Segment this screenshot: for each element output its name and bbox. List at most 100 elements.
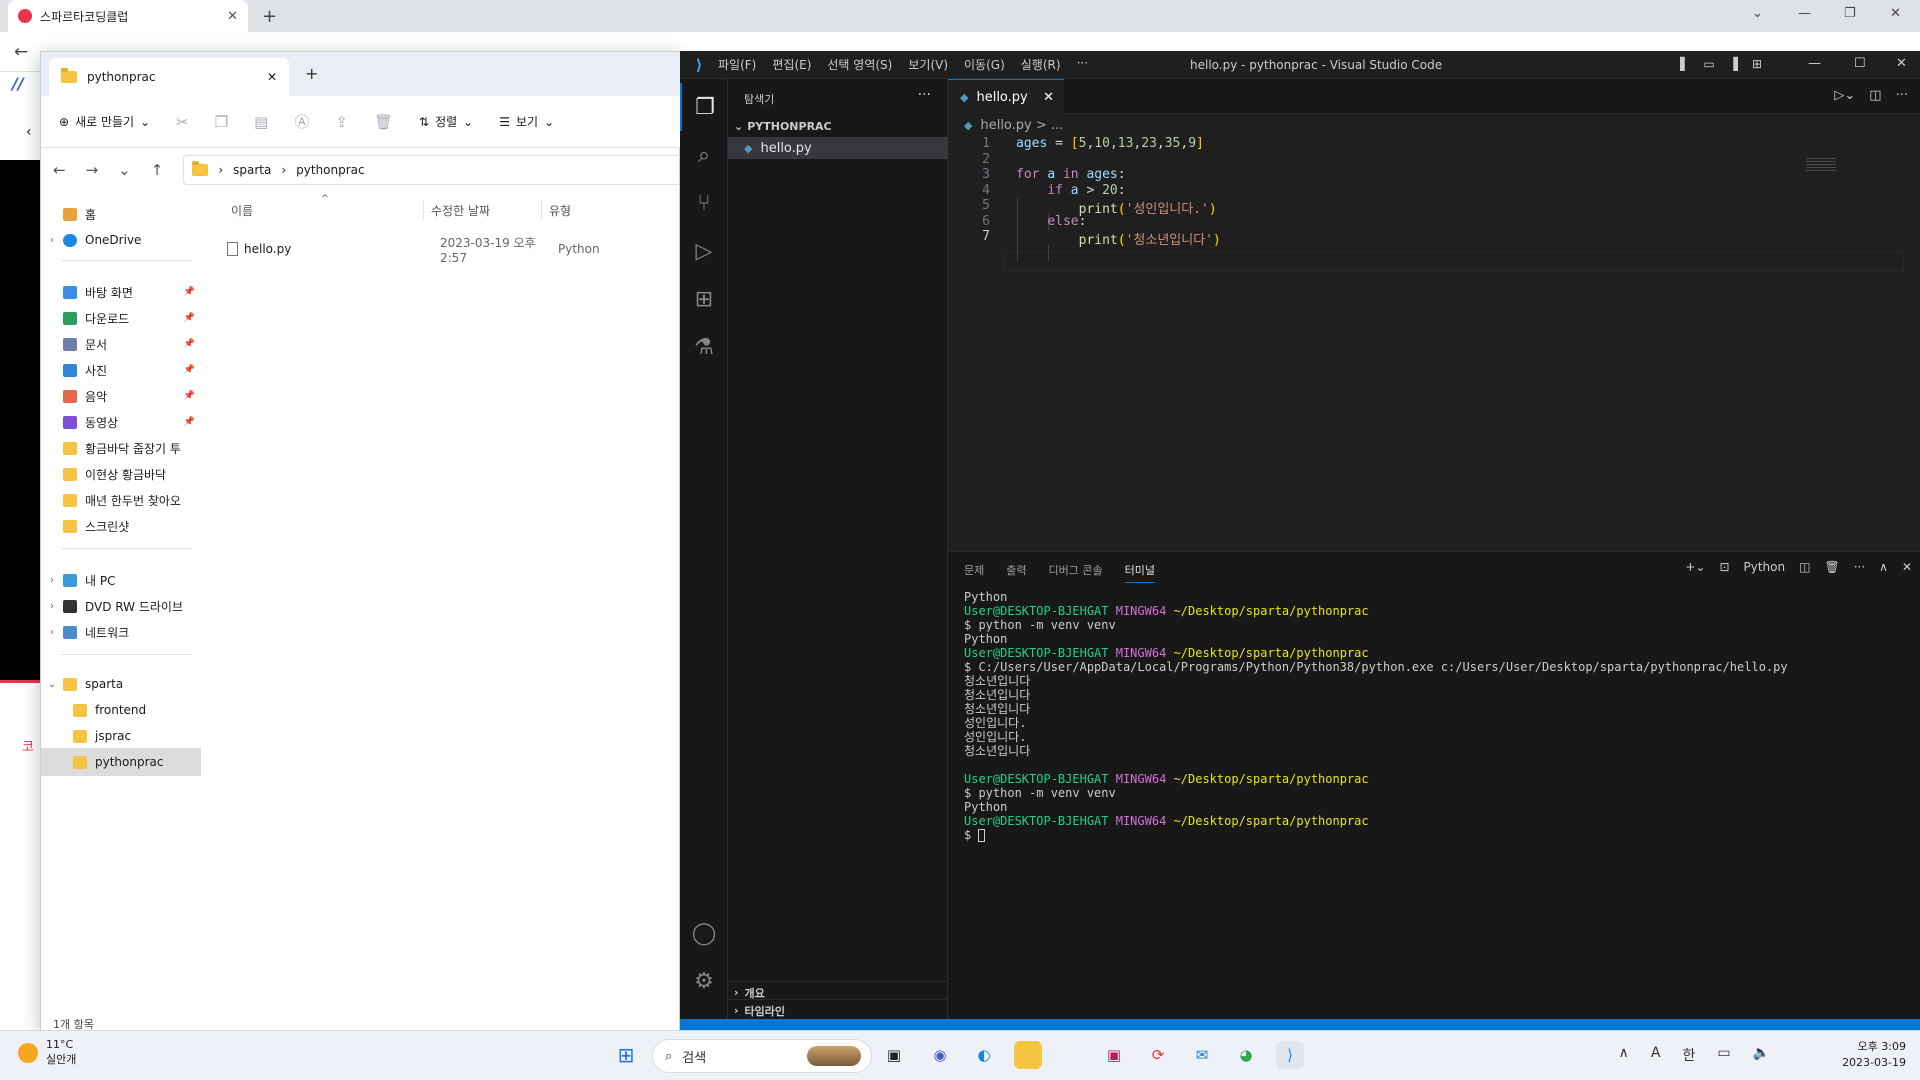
recent-chevron-icon[interactable]: ⌄ xyxy=(118,161,131,179)
new-tab-button[interactable]: + xyxy=(262,6,277,27)
column-name[interactable]: 이름 xyxy=(231,202,253,219)
nav-pythonprac[interactable]: pythonprac xyxy=(41,748,201,776)
sort-button[interactable]: ⇅ 정렬 ⌄ xyxy=(419,113,473,130)
split-terminal-icon[interactable]: ◫ xyxy=(1799,560,1810,574)
paste-icon[interactable]: ▤ xyxy=(254,113,268,131)
explorer-icon[interactable]: ❐ xyxy=(680,83,728,131)
split-editor-icon[interactable]: ◫ xyxy=(1869,88,1881,103)
nav-quick-item[interactable]: 사진 📌 xyxy=(41,356,201,384)
delete-icon[interactable]: 🗑 xyxy=(374,113,393,131)
more-actions-icon[interactable]: ··· xyxy=(1896,88,1908,103)
ime-mode-ko[interactable]: 한 xyxy=(1682,1045,1695,1065)
weather-widget[interactable]: 11°C 실안개 xyxy=(18,1038,76,1067)
tab-debug-console[interactable]: 디버그 콘솔 xyxy=(1049,562,1103,583)
pin-icon[interactable]: 📌 xyxy=(184,391,201,401)
mail-icon[interactable]: ✉ xyxy=(1188,1041,1216,1069)
sync-app-icon[interactable]: ⟳ xyxy=(1144,1041,1172,1069)
expand-chevron-icon[interactable]: › xyxy=(41,627,63,638)
nav-quick-item[interactable]: 황금바닥 줍장기 투 xyxy=(41,434,201,462)
video-progress-bar[interactable] xyxy=(0,680,40,683)
up-arrow-icon[interactable]: ↑ xyxy=(151,161,164,179)
nav-network[interactable]: › 네트워크 xyxy=(41,618,201,646)
menu-more[interactable]: ··· xyxy=(1077,56,1088,73)
new-terminal-icon[interactable]: +⌄ xyxy=(1685,560,1705,574)
close-window-button[interactable]: ✕ xyxy=(1890,6,1901,21)
more-actions-icon[interactable]: ··· xyxy=(918,87,931,103)
close-tab-icon[interactable]: ✕ xyxy=(227,9,238,24)
clock[interactable]: 오후 3:09 2023-03-19 xyxy=(1842,1039,1906,1071)
menu-run[interactable]: 실행(R) xyxy=(1021,56,1061,73)
start-icon[interactable]: ⊞ xyxy=(612,1041,640,1069)
close-tab-icon[interactable]: ✕ xyxy=(267,70,277,84)
run-debug-icon[interactable]: ▷ xyxy=(680,227,728,275)
chrome-icon[interactable]: ◕ xyxy=(1232,1041,1260,1069)
pin-icon[interactable]: 📌 xyxy=(184,313,201,323)
nav-frontend[interactable]: frontend xyxy=(41,696,201,724)
cut-icon[interactable]: ✂ xyxy=(176,113,189,131)
edge-browser-icon[interactable]: ◐ xyxy=(970,1041,998,1069)
nav-dvd[interactable]: › DVD RW 드라이브 xyxy=(41,592,201,620)
menu-selection[interactable]: 선택 영역(S) xyxy=(827,56,892,73)
tray-expand-icon[interactable]: ∧ xyxy=(1619,1045,1629,1065)
close-tab-icon[interactable]: ✕ xyxy=(1043,90,1054,105)
address-bar[interactable]: › sparta › pythonprac xyxy=(183,155,681,185)
expand-chevron-icon[interactable]: › xyxy=(41,601,63,612)
source-control-icon[interactable]: ⑂ xyxy=(680,179,728,227)
nav-quick-item[interactable]: 스크린샷 xyxy=(41,512,201,540)
search-icon[interactable]: ⌕ xyxy=(680,131,728,179)
file-row[interactable]: hello.py 2023-03-19 오후 2:57 Python File xyxy=(209,236,681,265)
breadcrumb-item[interactable]: pythonprac xyxy=(296,163,364,177)
app-icon[interactable]: ▣ xyxy=(1100,1041,1128,1069)
menu-go[interactable]: 이동(G) xyxy=(964,56,1005,73)
settings-gear-icon[interactable]: ⚙ xyxy=(680,957,728,1005)
maximize-panel-icon[interactable]: ∧ xyxy=(1879,560,1888,574)
nav-mypc[interactable]: › 내 PC xyxy=(41,566,201,594)
forward-arrow-icon[interactable]: → xyxy=(86,161,99,179)
share-icon[interactable]: ⇪ xyxy=(335,113,348,131)
project-folder[interactable]: ⌄ PYTHONPRAC xyxy=(728,115,948,137)
toggle-sidebar-icon[interactable]: ▌ xyxy=(1680,57,1689,71)
network-icon[interactable]: ▭ xyxy=(1717,1045,1730,1065)
ime-mode-a[interactable]: A xyxy=(1651,1045,1661,1065)
nav-quick-item[interactable]: 매년 한두번 찾아오 xyxy=(41,486,201,514)
more-actions-icon[interactable]: ··· xyxy=(1854,560,1865,574)
explorer-tab[interactable]: pythonprac ✕ xyxy=(49,58,289,96)
kill-terminal-icon[interactable]: 🗑 xyxy=(1824,560,1839,574)
teams-chat-icon[interactable]: ◉ xyxy=(926,1041,954,1069)
pin-icon[interactable]: 📌 xyxy=(184,417,201,427)
run-python-icon[interactable]: ▷⌄ xyxy=(1834,88,1855,103)
timeline-section[interactable]: › 타임라인 xyxy=(728,999,948,1021)
toggle-panel-icon[interactable]: ▭ xyxy=(1703,57,1714,71)
taskbar-search[interactable]: ⌕ 검색 xyxy=(652,1039,872,1073)
menu-edit[interactable]: 편집(E) xyxy=(772,56,811,73)
close-panel-icon[interactable]: ✕ xyxy=(1902,560,1912,574)
tab-search-icon[interactable]: ⌄ xyxy=(1752,6,1763,21)
vscode-taskbar-icon[interactable]: ⟩ xyxy=(1276,1041,1304,1069)
task-view-icon[interactable]: ▣ xyxy=(880,1041,908,1069)
back-arrow-icon[interactable]: ← xyxy=(14,42,28,62)
nav-quick-item[interactable]: 바탕 화면 📌 xyxy=(41,278,201,306)
back-arrow-icon[interactable]: ← xyxy=(53,161,66,179)
collapse-chevron-icon[interactable]: ⌄ xyxy=(41,679,63,690)
nav-quick-item[interactable]: 다운로드 📌 xyxy=(41,304,201,332)
extensions-icon[interactable]: ⊞ xyxy=(680,275,728,323)
nav-jsprac[interactable]: jsprac xyxy=(41,722,201,750)
tab-terminal[interactable]: 터미널 xyxy=(1124,562,1155,583)
copy-icon[interactable]: ❐ xyxy=(215,113,228,131)
code-editor[interactable]: 1 2 3 4 5 6 7 ages = [5,10,13,23,35,9] f… xyxy=(948,136,1920,551)
expand-chevron-icon[interactable]: › xyxy=(41,575,63,586)
nav-sparta[interactable]: ⌄ sparta xyxy=(41,670,201,698)
view-button[interactable]: ☰ 보기 ⌄ xyxy=(499,113,554,130)
column-modified[interactable]: 수정한 날짜 xyxy=(431,202,490,219)
expand-chevron-icon[interactable]: › xyxy=(41,235,63,246)
breadcrumb-item[interactable]: sparta xyxy=(233,163,271,177)
toggle-secondary-sidebar-icon[interactable]: ▐ xyxy=(1729,57,1738,71)
explorer-new-tab-button[interactable]: + xyxy=(305,64,318,83)
new-button[interactable]: ⊕ 새로 만들기 ⌄ xyxy=(59,113,150,130)
browser-tab[interactable]: 스파르타코딩클럽 ✕ xyxy=(8,0,248,32)
account-icon[interactable]: ◯ xyxy=(680,909,728,957)
tab-problems[interactable]: 문제 xyxy=(964,562,984,583)
minimize-button[interactable]: — xyxy=(1808,56,1821,71)
pin-icon[interactable]: 📌 xyxy=(184,287,201,297)
column-type[interactable]: 유형 xyxy=(549,202,571,219)
